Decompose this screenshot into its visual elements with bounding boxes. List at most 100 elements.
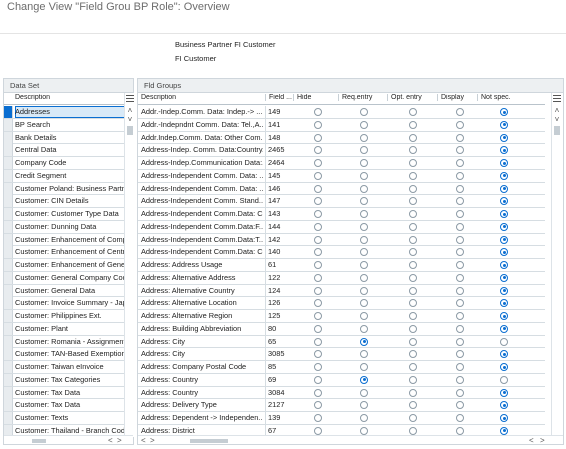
not-specified-radio[interactable]	[500, 401, 508, 410]
list-item[interactable]: Customer: General Company Code	[4, 271, 126, 285]
list-item[interactable]: Customer Poland: Business Partner	[4, 182, 126, 196]
optional-entry-radio[interactable]	[409, 146, 417, 155]
chevron-up-icon[interactable]: ˄	[553, 106, 561, 115]
optional-entry-radio[interactable]	[409, 312, 417, 320]
required-entry-radio[interactable]	[360, 388, 368, 397]
table-row[interactable]: Addr.Indep.Comm. Data: Other Com... 148	[138, 131, 545, 145]
optional-entry-radio[interactable]	[409, 210, 417, 218]
not-specified-radio[interactable]	[500, 120, 508, 129]
not-specified-radio[interactable]	[500, 210, 508, 218]
display-radio[interactable]	[456, 337, 464, 346]
column-header[interactable]: Opt. entry	[387, 94, 436, 101]
optional-entry-radio[interactable]	[409, 273, 417, 282]
display-radio[interactable]	[456, 299, 464, 308]
required-entry-radio[interactable]	[360, 108, 368, 116]
row-selector[interactable]	[4, 220, 13, 233]
hide-radio[interactable]	[314, 273, 322, 282]
required-entry-radio[interactable]	[360, 235, 368, 244]
column-header[interactable]: Hide	[293, 94, 337, 101]
not-specified-radio[interactable]	[500, 184, 508, 193]
not-specified-radio[interactable]	[500, 222, 508, 231]
not-specified-radio[interactable]	[500, 337, 508, 346]
display-radio[interactable]	[456, 159, 464, 167]
row-selector[interactable]	[4, 310, 13, 322]
list-item[interactable]: Addresses	[4, 106, 126, 119]
hide-radio[interactable]	[314, 235, 322, 244]
row-selector[interactable]	[4, 106, 13, 118]
hide-radio[interactable]	[314, 248, 322, 257]
display-radio[interactable]	[456, 350, 464, 359]
not-specified-radio[interactable]	[500, 312, 508, 320]
hide-radio[interactable]	[314, 184, 322, 193]
optional-entry-radio[interactable]	[409, 388, 417, 397]
data-set-vertical-scrollbar[interactable]: ˄ ˅	[124, 93, 134, 437]
hide-radio[interactable]	[314, 363, 322, 371]
hide-radio[interactable]	[314, 146, 322, 155]
display-radio[interactable]	[456, 363, 464, 371]
table-row[interactable]: Address: Dependent -> Independen... 139	[138, 412, 545, 425]
chevron-right-icon[interactable]: >	[540, 436, 545, 445]
row-selector[interactable]	[4, 297, 13, 310]
hide-radio[interactable]	[314, 261, 322, 269]
required-entry-radio[interactable]	[360, 401, 368, 410]
table-row[interactable]: Address: Building Abbreviation 80	[138, 322, 545, 336]
table-row[interactable]: Address-Independent Comm. Stand... 147	[138, 195, 545, 208]
display-radio[interactable]	[456, 222, 464, 231]
required-entry-radio[interactable]	[360, 171, 368, 180]
column-header[interactable]: Field ...	[265, 94, 292, 101]
hide-radio[interactable]	[314, 388, 322, 397]
row-selector[interactable]	[4, 144, 13, 157]
chevron-left-icon[interactable]: <	[141, 436, 146, 445]
table-row[interactable]: Address-Indep.Communication Data:... 2464	[138, 157, 545, 170]
optional-entry-radio[interactable]	[409, 235, 417, 244]
not-specified-radio[interactable]	[500, 133, 508, 142]
list-item[interactable]: Customer: Dunning Data	[4, 220, 124, 234]
not-specified-radio[interactable]	[500, 171, 508, 180]
display-radio[interactable]	[456, 235, 464, 244]
table-row[interactable]: Address: Country 69	[138, 373, 545, 387]
table-row[interactable]: Address: Address Usage 61	[138, 259, 545, 272]
row-selector[interactable]	[4, 399, 13, 412]
row-selector[interactable]	[4, 322, 13, 335]
list-item[interactable]: BP Search	[4, 118, 124, 132]
hide-radio[interactable]	[314, 375, 322, 384]
display-radio[interactable]	[456, 286, 464, 295]
column-header[interactable]: Req.entry	[338, 94, 386, 101]
table-row[interactable]: Address: Country 3084	[138, 386, 545, 400]
hide-radio[interactable]	[314, 222, 322, 231]
table-settings-icon[interactable]	[126, 95, 134, 103]
row-selector[interactable]	[4, 169, 13, 182]
not-specified-radio[interactable]	[500, 108, 508, 116]
required-entry-radio[interactable]	[360, 414, 368, 422]
required-entry-radio[interactable]	[360, 286, 368, 295]
optional-entry-radio[interactable]	[409, 171, 417, 180]
table-settings-icon[interactable]	[553, 95, 561, 103]
hide-radio[interactable]	[314, 133, 322, 142]
optional-entry-radio[interactable]	[409, 159, 417, 167]
optional-entry-radio[interactable]	[409, 184, 417, 193]
not-specified-radio[interactable]	[500, 261, 508, 269]
display-radio[interactable]	[456, 324, 464, 333]
not-specified-radio[interactable]	[500, 273, 508, 282]
optional-entry-radio[interactable]	[409, 414, 417, 422]
display-radio[interactable]	[456, 197, 464, 206]
row-selector[interactable]	[4, 131, 13, 144]
optional-entry-radio[interactable]	[409, 375, 417, 384]
display-radio[interactable]	[456, 388, 464, 397]
column-header[interactable]: Not spec.	[477, 94, 517, 101]
optional-entry-radio[interactable]	[409, 426, 417, 435]
row-selector[interactable]	[4, 271, 13, 284]
list-item[interactable]: Customer: Tax Data	[4, 386, 124, 400]
list-item[interactable]: Customer: CIN Details	[4, 195, 124, 208]
display-radio[interactable]	[456, 401, 464, 410]
data-set-horizontal-scrollbar[interactable]: < >	[4, 435, 133, 445]
row-selector[interactable]	[4, 412, 13, 424]
table-row[interactable]: Address-Independent Comm. Data: ... 146	[138, 182, 545, 196]
display-radio[interactable]	[456, 210, 464, 218]
not-specified-radio[interactable]	[500, 159, 508, 167]
list-item[interactable]: Credit Segment	[4, 169, 124, 183]
list-item[interactable]: Customer: Plant	[4, 322, 124, 336]
list-item[interactable]: Customer: Tax Data	[4, 399, 124, 412]
not-specified-radio[interactable]	[500, 286, 508, 295]
row-selector[interactable]	[4, 195, 13, 208]
